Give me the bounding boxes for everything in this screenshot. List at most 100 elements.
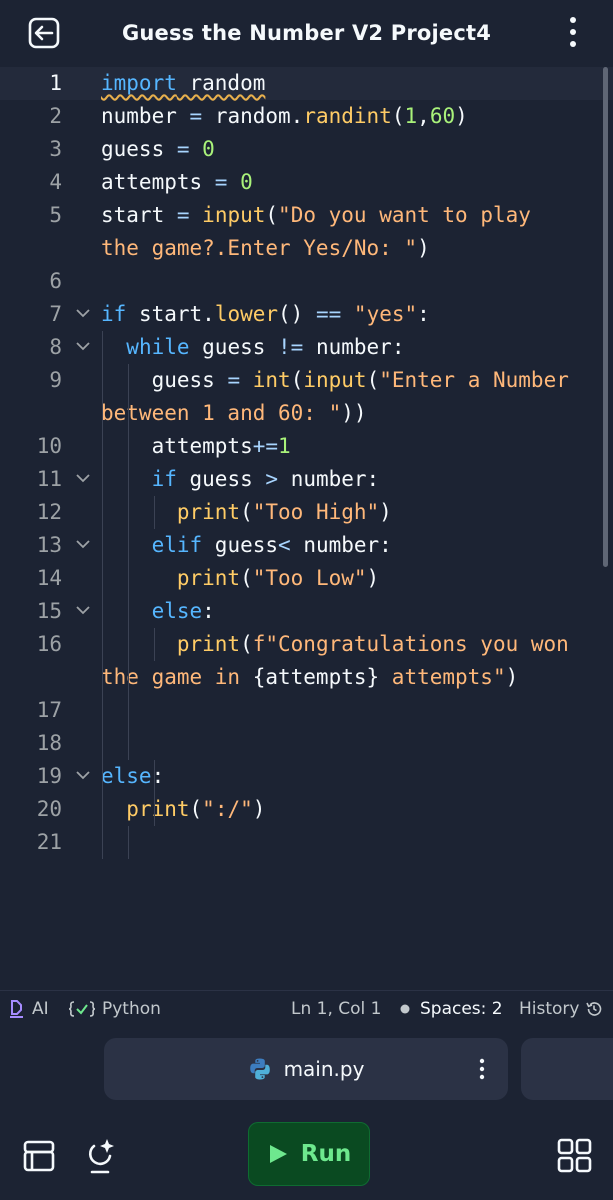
code-token: attempts [101, 434, 253, 458]
dot-icon [400, 1004, 410, 1014]
line-number: 11 [36, 467, 62, 491]
code-line[interactable]: 10 attempts+=1 [0, 430, 613, 463]
code-line[interactable]: 6 [0, 265, 613, 298]
code-line[interactable]: 15 else: [0, 595, 613, 628]
code-token: input [202, 203, 266, 227]
code-token: ( [189, 797, 203, 821]
ai-label: AI [32, 999, 49, 1019]
code-token: == [315, 302, 342, 326]
tools-grid-button[interactable] [555, 1136, 595, 1176]
status-bar: AI Python Ln 1, Col 1 Spaces: 2 History [0, 990, 613, 1028]
code-token: randint [303, 104, 392, 128]
file-options-button[interactable] [476, 1057, 488, 1081]
code-line[interactable]: 12 print("Too High") [0, 496, 613, 529]
line-number: 15 [36, 599, 62, 623]
code-text: start = input("Do you want to play [101, 199, 531, 232]
code-line[interactable]: 11 if guess > number: [0, 463, 613, 496]
file-tab-next[interactable] [521, 1038, 613, 1100]
code-line[interactable]: 14 print("Too Low") [0, 562, 613, 595]
code-token: )) [341, 401, 367, 425]
ai-assistant-button[interactable] [82, 1136, 122, 1176]
files-panel-icon [23, 1140, 55, 1172]
code-line[interactable]: 13 elif guess< number: [0, 529, 613, 562]
history-icon [586, 1002, 602, 1016]
code-token: : [417, 302, 430, 326]
code-line[interactable]: 9 guess = int(input("Enter a Number [0, 364, 613, 397]
indent-guide [154, 628, 155, 661]
code-line[interactable]: 20 print(":/") [0, 793, 613, 826]
code-token: print [176, 632, 241, 656]
editor-scrollbar[interactable] [603, 67, 608, 567]
run-button[interactable]: Run [248, 1122, 370, 1186]
line-number: 2 [49, 104, 62, 128]
code-token: ) [366, 566, 380, 590]
files-button[interactable] [20, 1136, 60, 1176]
line-number: 13 [36, 533, 62, 557]
fold-chevron-icon[interactable] [74, 337, 92, 355]
ai-icon [10, 1000, 23, 1018]
indentation-setting[interactable]: Spaces: 2 [400, 999, 503, 1019]
code-token: int [252, 368, 291, 392]
fold-chevron-icon[interactable] [74, 535, 92, 553]
code-line[interactable]: 4 attempts = 0 [0, 166, 613, 199]
code-token: start. [126, 302, 215, 326]
code-line[interactable]: 21 [0, 826, 613, 859]
code-token: 0 [240, 170, 253, 194]
code-line[interactable]: 19 else: [0, 760, 613, 793]
code-token: = [176, 203, 190, 227]
fold-chevron-icon[interactable] [74, 601, 92, 619]
code-line[interactable]: 16 print(f"Congratulations you won [0, 628, 613, 661]
line-number: 12 [36, 500, 62, 524]
code-line[interactable]: 3 guess = 0 [0, 133, 613, 166]
code-line[interactable]: between 1 and 60: ")) [0, 397, 613, 430]
code-token: "Too High" [252, 500, 380, 524]
code-token: print [176, 566, 241, 590]
file-tab-bar: main.py [0, 1028, 613, 1110]
code-line[interactable]: 2 number = random.randint(1,60) [0, 100, 613, 133]
indent-guide [102, 331, 103, 859]
code-line[interactable]: the game?.Enter Yes/No: ") [0, 232, 613, 265]
code-line[interactable]: 18 [0, 727, 613, 760]
exit-button[interactable] [26, 15, 62, 51]
code-line[interactable]: the game in {attempts} attempts") [0, 661, 613, 694]
file-tab-main[interactable]: main.py [104, 1038, 508, 1100]
fold-chevron-icon[interactable] [74, 469, 92, 487]
code-text: the game in {attempts} attempts") [101, 661, 518, 694]
more-options-button[interactable] [561, 14, 585, 50]
code-token: if [151, 467, 177, 491]
cursor-position[interactable]: Ln 1, Col 1 [291, 999, 382, 1019]
code-token: random [176, 71, 266, 95]
code-token: guess [101, 368, 228, 392]
language-indicator[interactable]: Python [68, 999, 161, 1019]
code-token: ":/" [202, 797, 253, 821]
code-token: start [101, 203, 177, 227]
code-text: print(f"Congratulations you won [101, 628, 569, 661]
exit-icon [28, 17, 60, 49]
line-number: 17 [36, 698, 62, 722]
code-line[interactable]: 8 while guess != number: [0, 331, 613, 364]
history-button[interactable]: History [519, 999, 603, 1019]
code-text: guess = int(input("Enter a Number [101, 364, 569, 397]
code-editor[interactable]: 1 import random 2 number = random.randint(1… [0, 67, 613, 990]
language-label: Python [102, 999, 161, 1019]
code-text: while guess != number: [101, 331, 404, 364]
code-token: guess [176, 467, 266, 491]
line-number: 20 [36, 797, 62, 821]
code-line[interactable]: 17 [0, 694, 613, 727]
play-icon [269, 1145, 287, 1163]
code-text: print("Too High") [101, 496, 392, 529]
code-text: the game?.Enter Yes/No: ") [101, 232, 430, 265]
code-line[interactable]: 5 start = input("Do you want to play [0, 199, 613, 232]
ai-button[interactable]: AI [8, 999, 49, 1019]
fold-chevron-icon[interactable] [74, 766, 92, 784]
code-token: != [278, 335, 304, 359]
line-number: 18 [36, 731, 62, 755]
fold-chevron-icon[interactable] [74, 304, 92, 322]
code-line[interactable]: 7 if start.lower() == "yes": [0, 298, 613, 331]
code-line[interactable]: 1 import random [0, 67, 613, 100]
